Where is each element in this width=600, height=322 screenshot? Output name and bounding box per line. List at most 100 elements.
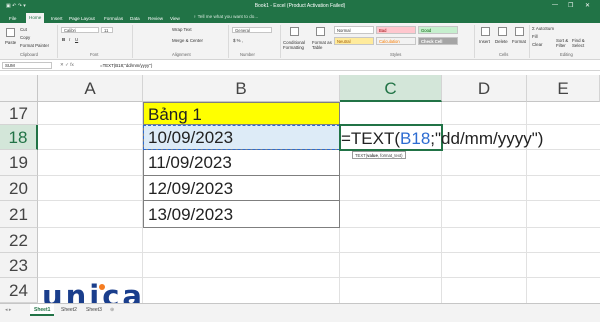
close-button[interactable]: ✕ [585, 2, 590, 9]
ribbon-divider [57, 25, 58, 58]
delete-cells-icon[interactable] [498, 27, 507, 36]
sheet-tab-2[interactable]: Sheet2 [57, 304, 81, 316]
paste-button[interactable]: Paste [5, 40, 16, 45]
window-title: Book1 - Excel (Product Activation Failed… [254, 3, 346, 9]
ribbon-divider [280, 25, 281, 58]
cell-c18-formula[interactable]: =TEXT(B18;"dd/mm/yyyy") [340, 126, 543, 151]
formula-reference: B18 [400, 129, 431, 148]
cell-b21[interactable]: 13/09/2023 [143, 201, 340, 228]
number-format-dropdown[interactable]: General [232, 27, 272, 33]
cell-b17[interactable]: Bảng 1 [143, 102, 340, 125]
accounting-format-button[interactable]: $ % , [233, 38, 243, 43]
row-header-21[interactable]: 21 [0, 201, 38, 228]
formula-input[interactable]: =TEXT(B18;"dd/mm/yyyy") [100, 63, 152, 68]
tab-data[interactable]: Data [127, 14, 143, 23]
paste-icon[interactable] [6, 28, 15, 37]
autosum-button[interactable]: Σ AutoSum [532, 26, 554, 31]
find-select-button[interactable]: Find & Select [572, 38, 592, 48]
formula-bar: SUM ✕ ✓ fx =TEXT(B18;"dd/mm/yyyy") [0, 60, 600, 71]
logo-dot [99, 284, 105, 290]
style-normal[interactable]: Normal [334, 26, 374, 34]
tab-page-layout[interactable]: Page Layout [66, 14, 98, 23]
tab-insert[interactable]: Insert [48, 14, 66, 23]
font-name-dropdown[interactable]: Calibri [61, 27, 99, 33]
delete-cells-button[interactable]: Delete [495, 39, 508, 44]
conditional-formatting-icon[interactable] [290, 27, 299, 36]
conditional-formatting-button[interactable]: Conditional Formatting [283, 40, 311, 50]
tab-view[interactable]: View [167, 14, 183, 23]
insert-cells-icon[interactable] [481, 27, 490, 36]
ribbon-divider [132, 25, 133, 58]
format-cells-icon[interactable] [515, 27, 524, 36]
style-calculation[interactable]: Calculation [376, 37, 416, 45]
column-header-e[interactable]: E [527, 75, 600, 102]
styles-group-label: Styles [390, 52, 402, 57]
format-as-table-icon[interactable] [316, 27, 325, 36]
font-group-label: Font [90, 52, 99, 57]
column-header-b[interactable]: B [143, 75, 340, 102]
row-header-20[interactable]: 20 [0, 176, 38, 201]
editing-group-label: Editing [560, 52, 573, 57]
wrap-text-button[interactable]: Wrap Text [172, 27, 192, 32]
clipboard-group-label: Clipboard [20, 52, 38, 57]
ribbon-tabs: File Home Insert Page Layout Formulas Da… [0, 12, 600, 23]
tab-formulas[interactable]: Formulas [101, 14, 126, 23]
row-header-17[interactable]: 17 [0, 102, 38, 125]
tell-me-search[interactable]: ♀ Tell me what you want to do... [193, 14, 258, 19]
gridline [38, 277, 600, 278]
row-header-18[interactable]: 18 [0, 125, 38, 150]
style-neutral[interactable]: Neutral [334, 37, 374, 45]
format-cells-button[interactable]: Format [512, 39, 526, 44]
italic-button[interactable]: I [69, 37, 70, 42]
merge-center-button[interactable]: Merge & Center [172, 38, 203, 43]
column-header-a[interactable]: A [38, 75, 143, 102]
style-check-cell[interactable]: Check Cell [418, 37, 458, 45]
style-good[interactable]: Good [418, 26, 458, 34]
tooltip-rest: , format_text) [377, 153, 403, 158]
ribbon-divider [474, 25, 475, 58]
column-header-c[interactable]: C [340, 75, 442, 102]
row-header-24[interactable]: 24 [0, 278, 38, 303]
clear-button[interactable]: Clear [532, 42, 543, 47]
bold-button[interactable]: B [62, 37, 65, 42]
ribbon-divider [228, 25, 229, 58]
select-all-corner[interactable] [0, 75, 38, 102]
style-bad[interactable]: Bad [376, 26, 416, 34]
cell-b20[interactable]: 12/09/2023 [143, 176, 340, 201]
cut-button[interactable]: Cut [20, 27, 27, 32]
number-group-label: Number [240, 52, 255, 57]
formula-buttons[interactable]: ✕ ✓ fx [60, 62, 74, 68]
cell-b19[interactable]: 11/09/2023 [143, 150, 340, 176]
format-as-table-button[interactable]: Format as Table [312, 40, 332, 50]
cells-group-label: Cells [499, 52, 509, 57]
cell-b18[interactable]: 10/09/2023 [143, 125, 340, 150]
title-bar: ▣ ↶ ↷ ▾ Book1 - Excel (Product Activatio… [0, 0, 600, 12]
tab-review[interactable]: Review [145, 14, 166, 23]
gridline [38, 252, 600, 253]
restore-button[interactable]: ❐ [568, 2, 573, 9]
row-header-19[interactable]: 19 [0, 150, 38, 176]
formula-prefix: =TEXT( [341, 129, 401, 148]
ribbon-divider [529, 25, 530, 58]
insert-cells-button[interactable]: Insert [479, 39, 490, 44]
sheet-nav-arrows[interactable]: ◂ ▸ [1, 304, 15, 316]
sort-filter-button[interactable]: Sort & Filter [556, 38, 570, 48]
underline-button[interactable]: U [75, 37, 78, 42]
font-size-dropdown[interactable]: 11 [101, 27, 113, 33]
function-tooltip: TEXT(value, format_text) [352, 151, 406, 159]
add-sheet-button[interactable]: ⊕ [106, 304, 118, 316]
name-box[interactable]: SUM [2, 62, 52, 69]
column-header-d[interactable]: D [442, 75, 527, 102]
tab-file[interactable]: File [6, 14, 19, 23]
minimize-button[interactable]: — [552, 2, 558, 8]
fill-button[interactable]: Fill [532, 34, 538, 39]
row-header-23[interactable]: 23 [0, 253, 38, 278]
tab-home[interactable]: Home [26, 13, 45, 23]
row-header-22[interactable]: 22 [0, 228, 38, 253]
sheet-tab-bar: ◂ ▸ Sheet1 Sheet2 Sheet3 ⊕ [0, 303, 600, 322]
sheet-tab-1[interactable]: Sheet1 [30, 304, 55, 316]
quick-access-toolbar[interactable]: ▣ ↶ ↷ ▾ [6, 3, 26, 9]
copy-button[interactable]: Copy [20, 35, 30, 40]
sheet-tab-3[interactable]: Sheet3 [82, 304, 106, 316]
format-painter-button[interactable]: Format Painter [20, 43, 49, 48]
